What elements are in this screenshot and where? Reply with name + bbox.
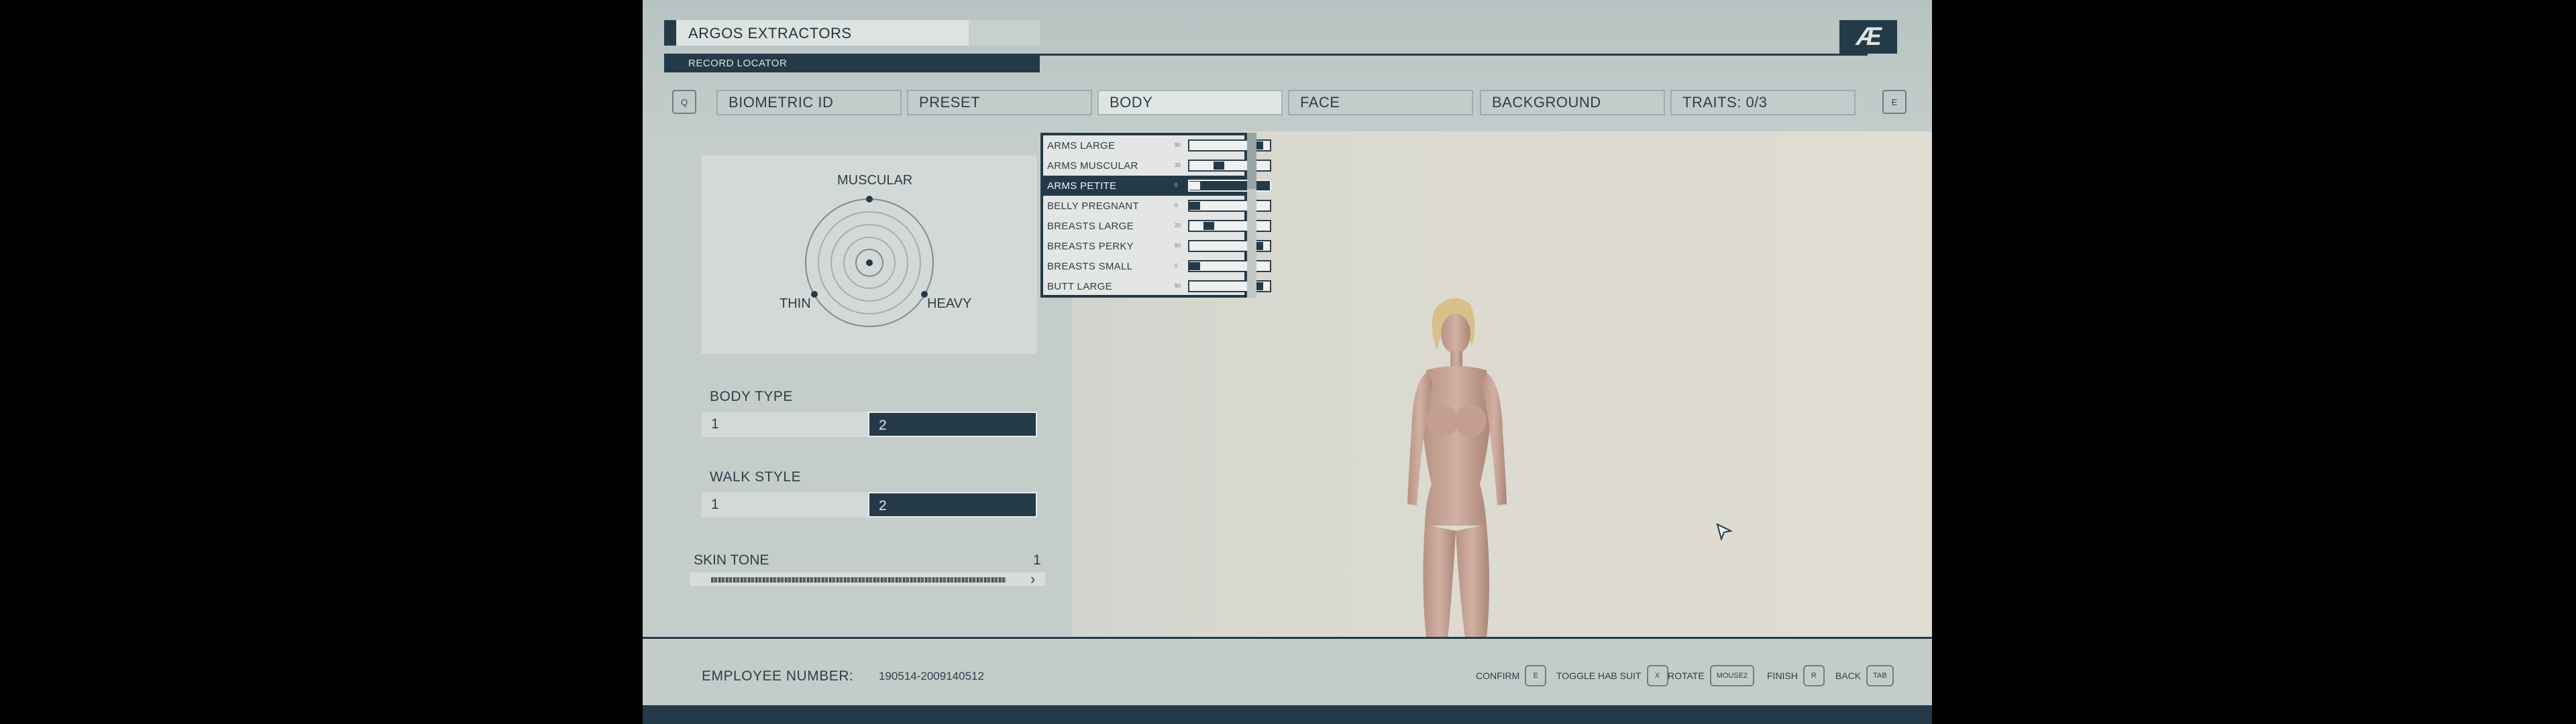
- hint-toggle-hab-suit-key[interactable]: X: [1646, 665, 1668, 686]
- morph-value: 90: [1175, 243, 1181, 249]
- employee-number-value: 190514-2009140512: [879, 670, 984, 682]
- thin-vertex-icon: [811, 291, 818, 298]
- shape-handle-icon: [866, 259, 873, 266]
- body-shape-selector[interactable]: MUSCULAR THIN HEAVY: [702, 156, 1037, 354]
- tab-preset[interactable]: PRESET: [907, 90, 1092, 115]
- morph-slider[interactable]: [1188, 160, 1271, 172]
- tab-background[interactable]: BACKGROUND: [1480, 90, 1665, 115]
- morph-slider-thumb[interactable]: [1214, 162, 1224, 170]
- walk-style-label: WALK STYLE: [710, 469, 802, 485]
- body-options-panel: MUSCULAR THIN HEAVY BODY TYPE 1 2 WALK S…: [643, 131, 1072, 637]
- heavy-vertex-icon: [921, 291, 928, 298]
- morph-row[interactable]: ARMS MUSCULAR 35: [1043, 156, 1271, 176]
- hint-toggle-hab-suit[interactable]: TOGGLE HAB SUIT X: [1556, 664, 1668, 687]
- skin-tone-label: SKIN TONE: [694, 552, 769, 568]
- morph-name: BREASTS SMALL: [1047, 261, 1133, 272]
- morph-name: BELLY PREGNANT: [1047, 200, 1140, 212]
- hint-confirm-label: CONFIRM: [1476, 670, 1520, 681]
- morph-name: BREASTS PERKY: [1047, 241, 1134, 252]
- morph-slider[interactable]: [1188, 180, 1271, 192]
- footer: EMPLOYEE NUMBER: 190514-2009140512 CONFI…: [643, 637, 1932, 705]
- body-type-label: BODY TYPE: [710, 389, 793, 404]
- tab-face[interactable]: FACE: [1288, 90, 1473, 115]
- hint-back-label: BACK: [1835, 670, 1862, 681]
- hint-finish-key[interactable]: R: [1803, 665, 1825, 686]
- hint-back-key[interactable]: TAB: [1866, 665, 1894, 686]
- morph-value: 35: [1175, 162, 1181, 168]
- hint-rotate[interactable]: ROTATE MOUSE2: [1668, 664, 1755, 687]
- skin-tone-value: 1: [1033, 552, 1041, 568]
- body-type-option-2[interactable]: 2: [868, 412, 1037, 437]
- morph-name: ARMS MUSCULAR: [1047, 160, 1138, 172]
- walk-style-option-1[interactable]: 1: [702, 492, 868, 518]
- morph-name: BREASTS LARGE: [1047, 221, 1134, 232]
- hint-finish[interactable]: FINISH R: [1767, 664, 1825, 687]
- morph-slider[interactable]: [1188, 200, 1271, 212]
- morph-row[interactable]: ARMS LARGE 90: [1043, 135, 1271, 156]
- hint-back[interactable]: BACK TAB: [1835, 664, 1894, 687]
- muscular-vertex-icon: [866, 196, 873, 202]
- body-morph-list[interactable]: ARMS LARGE 90 ARMS MUSCULAR 35 ARMS PETITE 0 B…: [1040, 133, 1271, 298]
- morph-slider-thumb[interactable]: [1203, 222, 1214, 230]
- bottom-strip: [643, 705, 1932, 724]
- hint-rotate-label: ROTATE: [1668, 670, 1705, 681]
- tab-prev-key[interactable]: Q: [672, 90, 696, 114]
- morph-value: 0: [1175, 263, 1178, 269]
- morph-slider-thumb[interactable]: [1189, 262, 1200, 270]
- morph-value: 90: [1175, 283, 1181, 289]
- company-logo-icon: Æ: [1839, 20, 1897, 54]
- tab-traits[interactable]: TRAITS: 0/3: [1670, 90, 1856, 115]
- morph-slider-thumb[interactable]: [1189, 182, 1200, 190]
- tab-biometric-id[interactable]: BIOMETRIC ID: [716, 90, 902, 115]
- morph-slider[interactable]: [1188, 220, 1271, 232]
- morph-value: 0: [1175, 202, 1178, 208]
- morph-row[interactable]: BELLY PREGNANT 0: [1043, 196, 1271, 216]
- skin-tone-swatch-strip: [711, 577, 1006, 583]
- hint-confirm-key[interactable]: E: [1525, 665, 1547, 686]
- body-shape-triangle[interactable]: [802, 196, 936, 330]
- morph-slider-thumb[interactable]: [1189, 202, 1200, 210]
- morph-slider[interactable]: [1188, 240, 1271, 252]
- skin-tone-slider[interactable]: ›: [690, 570, 1045, 588]
- morph-value: 90: [1175, 142, 1181, 148]
- title-accent: [664, 20, 676, 46]
- hint-rotate-key[interactable]: MOUSE2: [1709, 665, 1755, 686]
- walk-style-option-2[interactable]: 2: [868, 492, 1037, 518]
- header: ARGOS EXTRACTORS RECORD LOCATOR Æ Q BIOM…: [643, 0, 1932, 131]
- morph-value: 0: [1175, 182, 1178, 188]
- tab-body[interactable]: BODY: [1097, 90, 1283, 115]
- hint-toggle-hab-suit-label: TOGGLE HAB SUIT: [1556, 670, 1642, 681]
- morph-row[interactable]: BREASTS LARGE 20: [1043, 216, 1271, 236]
- morph-row[interactable]: BUTT LARGE 90: [1043, 276, 1271, 296]
- employee-number-label: EMPLOYEE NUMBER:: [702, 668, 854, 684]
- morph-slider[interactable]: [1188, 260, 1271, 272]
- morph-name: ARMS PETITE: [1047, 180, 1117, 192]
- hint-finish-label: FINISH: [1767, 670, 1798, 681]
- tab-next-key[interactable]: E: [1882, 90, 1907, 114]
- muscular-label: MUSCULAR: [837, 173, 913, 188]
- morph-value: 20: [1175, 223, 1181, 229]
- morph-name: ARMS LARGE: [1047, 140, 1116, 152]
- morph-slider[interactable]: [1188, 139, 1271, 152]
- main-area: MUSCULAR THIN HEAVY BODY TYPE 1 2 WALK S…: [643, 131, 1932, 724]
- record-locator: RECORD LOCATOR: [688, 58, 788, 69]
- character-creator-screen: ARGOS EXTRACTORS RECORD LOCATOR Æ Q BIOM…: [643, 0, 1932, 724]
- morph-row[interactable]: BREASTS PERKY 90: [1043, 236, 1271, 256]
- body-type-option-1[interactable]: 1: [702, 412, 868, 437]
- chevron-right-icon[interactable]: ›: [1030, 570, 1035, 588]
- morph-row[interactable]: ARMS PETITE 0: [1043, 176, 1271, 196]
- mouse-cursor-icon: [1716, 523, 1733, 542]
- company-name: ARGOS EXTRACTORS: [688, 25, 852, 42]
- morph-slider[interactable]: [1188, 280, 1271, 292]
- morph-list-scroll-thumb[interactable]: [1247, 133, 1256, 189]
- hint-confirm[interactable]: CONFIRM E: [1476, 664, 1547, 687]
- title-bar-fade: [969, 20, 1040, 46]
- morph-list-scrollbar[interactable]: [1247, 133, 1256, 298]
- morph-name: BUTT LARGE: [1047, 281, 1112, 292]
- morph-row[interactable]: BREASTS SMALL 0: [1043, 256, 1271, 276]
